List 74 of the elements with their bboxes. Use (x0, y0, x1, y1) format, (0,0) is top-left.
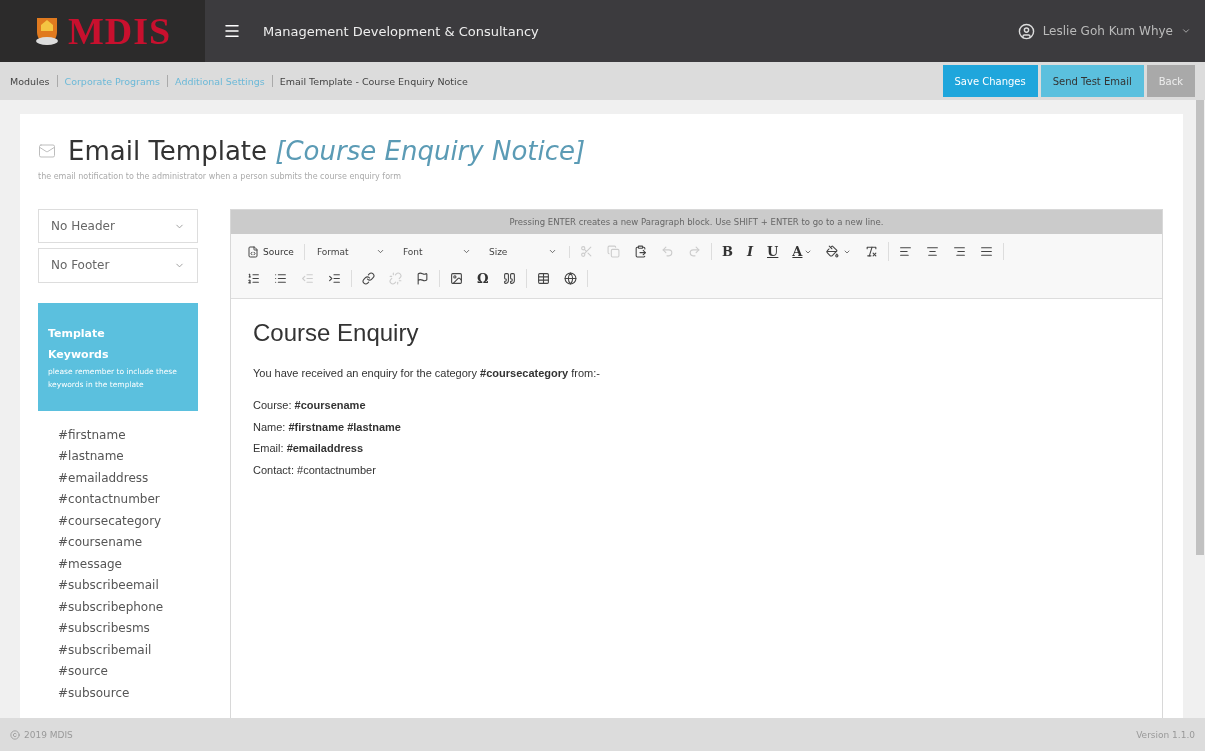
bullet-list-icon (274, 272, 287, 285)
dropdown-field[interactable]: No Header (38, 209, 198, 244)
organization-title: Management Development & Consultancy (263, 23, 539, 39)
email-heading: Course Enquiry (253, 319, 420, 347)
caret-icon (547, 247, 557, 256)
user-name[interactable]: Leslie Goh Kum Whye (1042, 24, 1173, 38)
user-icon (1017, 22, 1035, 40)
source-icon (247, 245, 259, 258)
breadcrumb-text: Email Template - Course Enquiry Notice (279, 75, 468, 87)
align-center-icon (926, 245, 940, 258)
globe-icon (563, 272, 577, 285)
keyword-text: #firstname (58, 426, 127, 444)
email-line: Contact: #contactnumber (253, 462, 377, 478)
italic-button[interactable]: I (742, 242, 757, 261)
crest-icon (33, 15, 60, 47)
numbered-list-icon (247, 272, 260, 285)
email-line: Name: #firstname #lastname (253, 419, 402, 435)
scissors-icon (579, 245, 593, 258)
image-icon (450, 272, 463, 285)
unlink-icon (389, 272, 402, 285)
dropdown-field[interactable]: No Footer (38, 248, 198, 283)
action-button[interactable]: Send Test Email (1040, 65, 1144, 97)
email-line: Course: #coursename (253, 398, 367, 413)
align-left-icon (899, 245, 913, 258)
keyword-text: #subscribeemail (58, 577, 160, 594)
editor-notice: Pressing ENTER creates a new Paragraph block. Use SHIFT + ENTER to go to a new line. (231, 210, 1162, 234)
text-color-button[interactable]: A (788, 242, 817, 261)
menu-icon[interactable] (223, 22, 241, 40)
link-icon (362, 272, 375, 285)
toolbar-dropdown[interactable]: Format (310, 245, 391, 258)
keyword-text: #contactnumber (58, 491, 161, 508)
keyword-text: #source (58, 663, 109, 680)
source-button[interactable]: Source (243, 243, 298, 260)
keyword-text: #lastname (58, 448, 125, 465)
copyright-icon (10, 729, 20, 740)
keyword-text: #message (58, 555, 123, 573)
keyword-text: #subsource (58, 684, 131, 702)
caret-icon (461, 247, 471, 256)
paste-icon (633, 245, 647, 258)
bold-button[interactable]: B (717, 242, 737, 261)
keyword-text: #subscribesms (58, 620, 151, 637)
copyright-text: 2019 MDIS (24, 729, 73, 740)
keyword-text: #coursename (58, 534, 144, 551)
keyword-text: #subscribephone (58, 598, 165, 616)
panel-title: Template Keywords (48, 325, 110, 363)
undo-icon (660, 245, 674, 258)
quote-icon (502, 272, 516, 285)
keyword-text: #emailaddress (58, 469, 150, 487)
outdent-icon (301, 272, 314, 285)
page-description: the email notification to the administrator when a person submits the course enquiry form (38, 172, 402, 181)
breadcrumb-text: Modules (10, 75, 50, 87)
email-line: Email: #emailaddress (253, 441, 365, 456)
toolbar-dropdown[interactable]: Size (482, 245, 563, 258)
special-character-button[interactable]: Ω (473, 269, 493, 288)
flag-icon (416, 272, 429, 285)
caret-icon[interactable] (1181, 26, 1191, 36)
keyword-text: #subscribemail (58, 641, 153, 659)
align-right-icon (953, 245, 967, 258)
version-text: Version 1.1.0 (1136, 729, 1195, 740)
mail-icon (38, 142, 56, 160)
email-paragraph: You have received an enquiry for the category #coursecategory from:- (253, 367, 601, 379)
logo-text: MDIS (67, 9, 172, 53)
justify-icon (980, 245, 994, 258)
clear-format-icon (865, 245, 879, 258)
indent-icon (328, 272, 341, 285)
keyword-text: #coursecategory (58, 512, 163, 530)
page-title: Email Template [Course Enquiry Notice] (68, 136, 586, 166)
underline-button[interactable]: U (763, 242, 783, 261)
caret-icon (375, 247, 385, 256)
paint-bucket-icon (826, 245, 840, 258)
toolbar-dropdown[interactable]: Font (396, 245, 477, 258)
table-icon (536, 272, 550, 285)
copy-icon (606, 245, 620, 258)
redo-icon (687, 245, 701, 258)
